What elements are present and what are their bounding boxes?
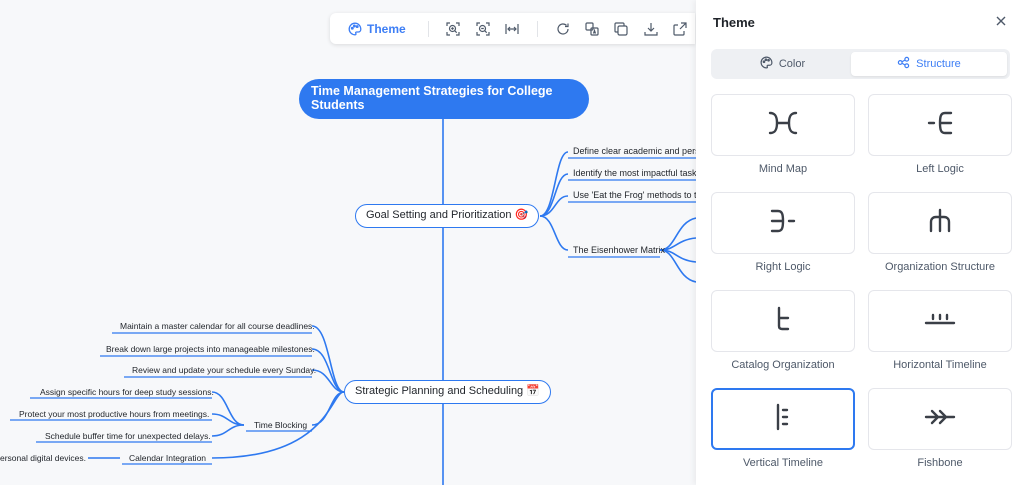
tab-structure[interactable]: Structure [851,52,1007,76]
leaf-node[interactable]: Maintain a master calendar for all cours… [120,318,315,334]
structure-card-vertical-timeline[interactable] [711,388,855,450]
tab-color[interactable]: Color [714,52,851,76]
leaf-node[interactable]: ersonal digital devices. [0,450,86,466]
leaf-node[interactable]: Break down large projects into manageabl… [106,341,315,357]
download-icon[interactable] [642,20,659,38]
catalog-organization-icon [766,305,800,338]
leaf-node[interactable]: Schedule buffer time for unexpected dela… [45,428,211,444]
mind-map-icon [766,109,800,142]
close-icon[interactable] [993,13,1009,29]
palette-icon [348,22,362,36]
theme-button-label: Theme [367,21,406,36]
structure-label: Organization Structure [884,261,996,273]
leaf-node[interactable]: Identify the most impactful tasks f [573,165,696,181]
theme-panel: Theme Color Structure Mind Map Left Logi… [696,0,1024,485]
structure-label: Fishbone [917,457,963,469]
structure-label: Mind Map [758,163,808,175]
palette-icon [760,56,773,72]
structure-label: Left Logic [916,163,964,175]
toolbar-divider [427,20,429,37]
leaf-node[interactable]: Review and update your schedule every Su… [132,362,316,378]
theme-button[interactable]: Theme [348,22,406,36]
panel-title: Theme [713,15,755,30]
vertical-timeline-icon [766,403,800,436]
right-logic-icon [766,207,800,240]
structure-label: Vertical Timeline [742,457,824,469]
organization-structure-icon [923,207,957,240]
toolbar-divider [536,20,538,37]
structure-card-left-logic[interactable] [868,94,1012,156]
left-logic-icon [923,109,957,142]
tab-color-label: Color [778,58,806,70]
structure-card-organization-structure[interactable] [868,192,1012,254]
horizontal-timeline-icon [923,305,957,338]
structure-label: Horizontal Timeline [893,359,987,371]
leaf-node[interactable]: Define clear academic and person [573,143,696,159]
sub-node-time-blocking[interactable]: Time Blocking [254,417,307,433]
zoom-out-icon[interactable] [474,20,491,38]
format-icon[interactable] [583,20,600,38]
structure-label: Right Logic [755,261,811,273]
structure-card-horizontal-timeline[interactable] [868,290,1012,352]
theme-tab-switcher: Color Structure [711,49,1010,79]
tab-structure-label: Structure [916,58,961,70]
share-icon[interactable] [672,20,689,38]
structure-card-mind-map[interactable] [711,94,855,156]
branch-node-goal-setting[interactable]: Goal Setting and Prioritization 🎯 [355,204,540,228]
root-node[interactable]: Time Management Strategies for College S… [299,79,589,119]
fit-width-icon[interactable] [504,20,521,38]
structure-card-right-logic[interactable] [711,192,855,254]
leaf-node[interactable]: Use 'Eat the Frog' methods to tack [573,187,696,203]
mindmap-canvas[interactable]: Time Management Strategies for College S… [0,0,696,485]
fishbone-icon [923,403,957,436]
branch-node-strategic-planning[interactable]: Strategic Planning and Scheduling 📅 [344,380,551,404]
structure-card-fishbone[interactable] [868,388,1012,450]
structure-card-catalog-organization[interactable] [711,290,855,352]
leaf-node[interactable]: Assign specific hours for deep study ses… [40,384,214,400]
leaf-node[interactable]: Protect your most productive hours from … [19,406,209,422]
sub-node-eisenhower-matrix[interactable]: The Eisenhower Matrix [573,242,665,258]
copy-icon[interactable] [613,20,630,38]
top-toolbar: Theme [330,13,695,44]
structure-icon [897,56,910,72]
refresh-icon[interactable] [554,20,571,38]
zoom-in-icon[interactable] [445,20,462,38]
structure-label: Catalog Organization [731,359,835,371]
sub-node-calendar-integration[interactable]: Calendar Integration [129,450,206,466]
